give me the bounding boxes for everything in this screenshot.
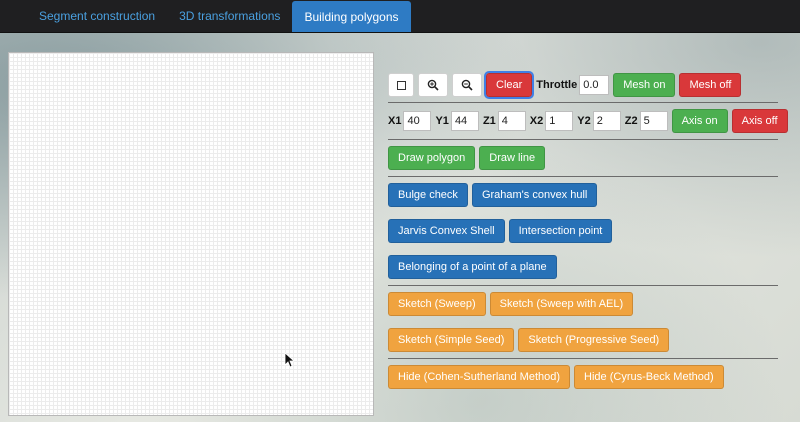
hide-cyrus-beck-button[interactable]: Hide (Cyrus-Beck Method) bbox=[574, 365, 724, 389]
graham-convex-hull-button[interactable]: Graham's convex hull bbox=[471, 183, 598, 207]
belonging-point-plane-button[interactable]: Belonging of a point of a plane bbox=[388, 255, 557, 279]
analysis-row-3: Belonging of a point of a plane bbox=[388, 254, 778, 280]
throttle-label: Throttle bbox=[536, 79, 578, 91]
mesh-off-button[interactable]: Mesh off bbox=[679, 73, 742, 97]
coordinates-row: X1 Y1 Z1 X2 Y2 Z2 Axis on Axis off bbox=[388, 108, 788, 134]
x1-label: X1 bbox=[388, 115, 402, 127]
sketch-row-1: Sketch (Sweep) Sketch (Sweep with AEL) bbox=[388, 291, 778, 317]
bulge-check-button[interactable]: Bulge check bbox=[388, 183, 468, 207]
mesh-on-button[interactable]: Mesh on bbox=[613, 73, 676, 97]
y1-input[interactable] bbox=[450, 111, 479, 131]
select-tool-button[interactable] bbox=[388, 73, 414, 97]
x2-input[interactable] bbox=[545, 111, 574, 131]
throttle-input[interactable] bbox=[579, 75, 610, 95]
sketch-row-2: Sketch (Simple Seed) Sketch (Progressive… bbox=[388, 327, 778, 353]
sketch-progressive-seed-button[interactable]: Sketch (Progressive Seed) bbox=[518, 328, 670, 352]
sketch-simple-seed-button[interactable]: Sketch (Simple Seed) bbox=[388, 328, 515, 352]
z2-input[interactable] bbox=[639, 111, 668, 131]
analysis-row-1: Bulge check Graham's convex hull bbox=[388, 182, 778, 208]
hide-row: Hide (Cohen-Sutherland Method) Hide (Cyr… bbox=[388, 364, 778, 390]
axis-off-button[interactable]: Axis off bbox=[731, 109, 788, 133]
analysis-row-2: Jarvis Convex Shell Intersection point bbox=[388, 218, 778, 244]
separator bbox=[388, 102, 778, 103]
tab-segment-construction[interactable]: Segment construction bbox=[27, 0, 167, 32]
y2-input[interactable] bbox=[592, 111, 621, 131]
y1-label: Y1 bbox=[435, 115, 449, 127]
hide-cohen-sutherland-button[interactable]: Hide (Cohen-Sutherland Method) bbox=[388, 365, 571, 389]
sketch-sweep-button[interactable]: Sketch (Sweep) bbox=[388, 292, 486, 316]
zoom-in-icon bbox=[427, 79, 439, 91]
z2-label: Z2 bbox=[624, 115, 638, 127]
separator bbox=[388, 358, 778, 359]
square-icon bbox=[396, 80, 406, 90]
z1-input[interactable] bbox=[497, 111, 526, 131]
z1-label: Z1 bbox=[482, 115, 496, 127]
zoom-out-button[interactable] bbox=[452, 73, 482, 97]
sketch-sweep-ael-button[interactable]: Sketch (Sweep with AEL) bbox=[489, 292, 634, 316]
control-panel: Clear Throttle Mesh on Mesh off X1 Y1 Z1… bbox=[388, 60, 788, 390]
toolbar-row: Clear Throttle Mesh on Mesh off bbox=[388, 71, 778, 99]
intersection-point-button[interactable]: Intersection point bbox=[508, 219, 613, 243]
jarvis-convex-shell-button[interactable]: Jarvis Convex Shell bbox=[388, 219, 505, 243]
x2-label: X2 bbox=[529, 115, 544, 127]
draw-polygon-button[interactable]: Draw polygon bbox=[388, 146, 476, 170]
separator bbox=[388, 176, 778, 177]
separator bbox=[388, 285, 778, 286]
zoom-out-icon bbox=[461, 79, 473, 91]
top-navbar: Segment construction 3D transformations … bbox=[0, 0, 800, 33]
zoom-in-button[interactable] bbox=[418, 73, 448, 97]
tab-building-polygons[interactable]: Building polygons bbox=[292, 1, 411, 32]
x1-input[interactable] bbox=[403, 111, 432, 131]
draw-row: Draw polygon Draw line bbox=[388, 145, 778, 171]
axis-on-button[interactable]: Axis on bbox=[671, 109, 728, 133]
clear-button[interactable]: Clear bbox=[483, 71, 535, 99]
separator bbox=[388, 139, 778, 140]
mouse-pointer-icon bbox=[284, 352, 294, 368]
draw-line-button[interactable]: Draw line bbox=[479, 146, 546, 170]
tab-3d-transformations[interactable]: 3D transformations bbox=[167, 0, 292, 32]
drawing-canvas[interactable] bbox=[8, 52, 374, 416]
y2-label: Y2 bbox=[577, 115, 591, 127]
